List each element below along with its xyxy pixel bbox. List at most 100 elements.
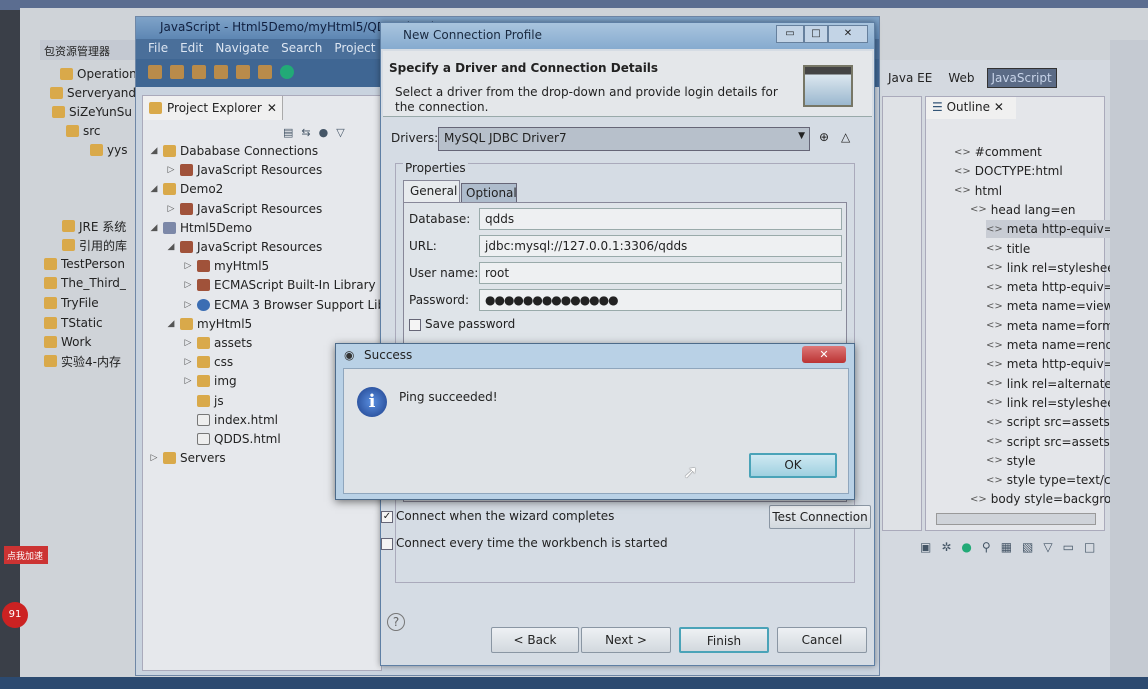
tab-optional[interactable]: Optional — [461, 183, 517, 203]
close-tab-icon[interactable]: ✕ — [267, 101, 277, 115]
project-tree-item[interactable]: ▷ css — [183, 353, 234, 371]
menu-navigate[interactable]: Navigate — [215, 41, 269, 57]
back-button[interactable]: < Back — [491, 627, 579, 653]
project-tree-item[interactable]: ▷ myHtml5 — [183, 257, 270, 275]
filter-icon[interactable]: ● — [319, 126, 329, 139]
editor-scroll-strip[interactable] — [882, 96, 922, 531]
search-icon[interactable]: ⚲ — [982, 540, 991, 554]
background-tree-item[interactable]: TryFile — [44, 294, 99, 312]
expanded-arrow-icon[interactable]: ◢ — [149, 146, 159, 156]
tab-general[interactable]: General — [403, 180, 460, 202]
expanded-arrow-icon[interactable]: ◢ — [166, 242, 176, 252]
menu-file[interactable]: File — [148, 41, 168, 57]
project-tree-item[interactable]: ▷ JavaScript Resources — [166, 161, 323, 179]
outline-item[interactable]: <> head lang=en — [970, 201, 1076, 219]
tab-outline[interactable]: ☰ Outline ✕ — [926, 97, 1016, 119]
project-tree-item[interactable]: QDDS.html — [183, 430, 281, 448]
drivers-select[interactable]: MySQL JDBC Driver7 ▼ — [438, 127, 810, 151]
perspective-java-ee[interactable]: Java EE — [884, 69, 936, 87]
maximize-button[interactable]: □ — [804, 25, 828, 43]
horizontal-scrollbar[interactable] — [936, 513, 1096, 525]
background-tree-item[interactable]: yys — [90, 141, 127, 159]
menu-edit[interactable]: Edit — [180, 41, 203, 57]
view-menu-icon[interactable]: ▽ — [1043, 540, 1052, 554]
edit-driver-icon[interactable]: △ — [841, 130, 850, 144]
collapsed-arrow-icon[interactable]: ▷ — [166, 204, 176, 214]
perspective-web[interactable]: Web — [944, 69, 978, 87]
print-icon[interactable] — [192, 65, 206, 79]
collapsed-arrow-icon[interactable]: ▷ — [149, 453, 159, 463]
password-input[interactable]: ●●●●●●●●●●●●●● — [479, 289, 842, 311]
link-editor-icon[interactable]: ⇆ — [301, 126, 310, 139]
project-tree-item[interactable]: ◢ myHtml5 — [166, 315, 253, 333]
run-icon[interactable]: ● — [961, 540, 971, 554]
cancel-button[interactable]: Cancel — [777, 627, 867, 653]
project-tree-item[interactable]: ▷ ECMA 3 Browser Support Library — [183, 296, 410, 314]
build-icon[interactable] — [214, 65, 228, 79]
outline-item[interactable]: <> link rel=alternate — [986, 375, 1112, 393]
help-icon[interactable]: ? — [387, 613, 405, 631]
debug-icon[interactable]: ✲ — [941, 540, 951, 554]
outline-item[interactable]: <> link rel=styleshee — [986, 259, 1115, 277]
project-tree-item[interactable]: js — [183, 392, 224, 410]
background-tree-item[interactable]: Work — [44, 333, 91, 351]
checkbox-checked[interactable]: ✓ — [381, 511, 393, 523]
project-tree-item[interactable]: ▷ ECMAScript Built-In Library — [183, 276, 376, 294]
outline-item[interactable]: <> meta name=view — [986, 297, 1113, 315]
debug-icon[interactable] — [258, 65, 272, 79]
outline-item[interactable]: <> meta http-equiv= — [986, 278, 1114, 296]
minimize-icon[interactable]: ▭ — [1063, 540, 1074, 554]
save-password-checkbox[interactable]: Save password — [409, 317, 515, 331]
new-icon[interactable] — [148, 65, 162, 79]
run-icon[interactable] — [280, 65, 294, 79]
username-input[interactable]: root — [479, 262, 842, 284]
background-tree-item[interactable]: TStatic — [44, 314, 103, 332]
close-tab-icon[interactable]: ✕ — [994, 100, 1004, 114]
project-tree-item[interactable]: ▷ img — [183, 372, 237, 390]
collapsed-arrow-icon[interactable]: ▷ — [166, 165, 176, 175]
outline-item[interactable]: <> meta name=form — [986, 317, 1114, 335]
outline-item[interactable]: <> style — [986, 452, 1036, 470]
save-icon[interactable] — [170, 65, 184, 79]
project-tree-item[interactable]: index.html — [183, 411, 278, 429]
finish-button[interactable]: Finish — [679, 627, 769, 653]
server-icon[interactable] — [236, 65, 250, 79]
background-tree-item[interactable]: 实验4-内存 — [44, 352, 121, 370]
project-tree-item[interactable]: ◢ Demo2 — [149, 180, 224, 198]
collapsed-arrow-icon[interactable]: ▷ — [183, 300, 193, 310]
project-tree-item[interactable]: ◢ Dababase Connections — [149, 142, 319, 160]
background-tree-item[interactable]: The_Third_ — [44, 274, 126, 292]
outline-item[interactable]: <> title — [986, 240, 1030, 258]
checkbox-box[interactable] — [381, 538, 393, 550]
notification-badge[interactable]: 91 — [2, 602, 28, 628]
minimize-button[interactable]: ▭ — [776, 25, 804, 43]
close-button[interactable]: ✕ — [828, 25, 868, 43]
collapsed-arrow-icon[interactable]: ▷ — [183, 338, 193, 348]
outline-item[interactable]: <> meta name=rend — [986, 336, 1113, 354]
outline-item[interactable]: <> body style=backgro — [970, 490, 1111, 508]
maximize-icon[interactable]: □ — [1084, 540, 1095, 554]
package-explorer-tab[interactable]: 包资源管理器 — [40, 40, 140, 60]
tab-project-explorer[interactable]: Project Explorer ✕ — [143, 96, 283, 120]
background-tree-item[interactable]: JRE 系统 — [62, 217, 126, 235]
project-tree-item[interactable]: ▷ JavaScript Resources — [166, 200, 323, 218]
close-button[interactable]: ✕ — [802, 346, 846, 363]
outline-item[interactable]: <> #comment — [954, 143, 1042, 161]
background-tree-item[interactable]: 引用的库 — [62, 236, 127, 254]
background-tree-item[interactable]: TestPerson — [44, 255, 125, 273]
menu-search[interactable]: Search — [281, 41, 322, 57]
background-tree-item[interactable]: SiZeYunSu — [52, 103, 132, 121]
view-menu-icon[interactable]: ▽ — [336, 126, 344, 139]
servers-icon[interactable]: ▦ — [1001, 540, 1012, 554]
snippets-icon[interactable]: ▧ — [1022, 540, 1033, 554]
url-input[interactable]: jdbc:mysql://127.0.0.1:3306/qdds — [479, 235, 842, 257]
expanded-arrow-icon[interactable]: ◢ — [149, 223, 159, 233]
background-tree-item[interactable]: Operation — [60, 65, 137, 83]
ok-button[interactable]: OK — [749, 453, 837, 478]
outline-item[interactable]: <> link rel=styleshee — [986, 394, 1115, 412]
perspective-javascript[interactable]: JavaScript — [986, 68, 1057, 88]
outline-item[interactable]: <> meta http-equiv= — [986, 220, 1114, 239]
collapse-all-icon[interactable]: ▤ — [283, 126, 293, 139]
background-tree-item[interactable]: Serveryand — [50, 84, 136, 102]
outline-item[interactable]: <> script src=assets, — [986, 413, 1114, 431]
